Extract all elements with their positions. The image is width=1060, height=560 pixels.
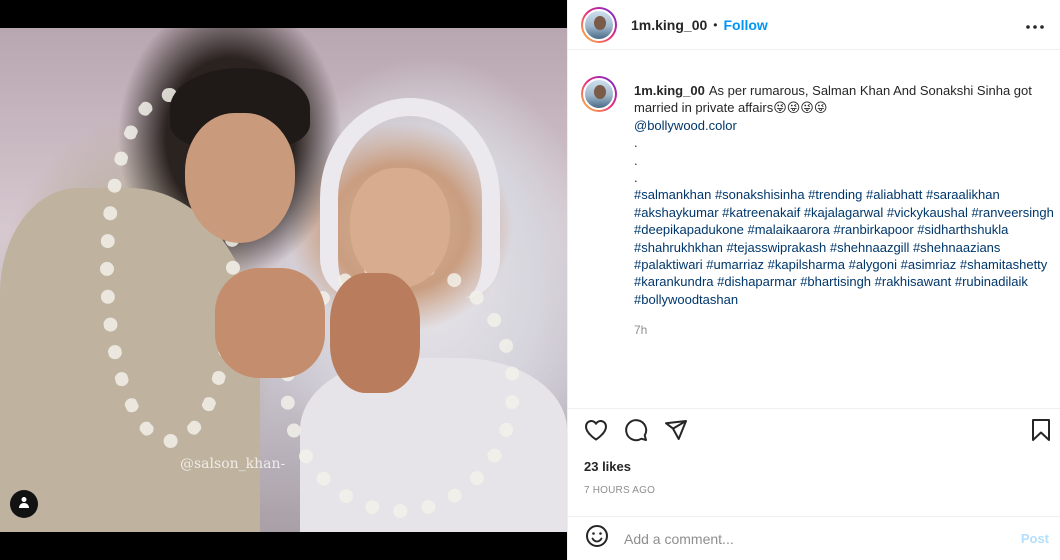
post-sidebar: 1m.king_00 • Follow 1m.king_00 As per rum…: [567, 0, 1060, 560]
avatar[interactable]: [581, 6, 617, 43]
header-username[interactable]: 1m.king_00: [631, 17, 707, 33]
likes-count[interactable]: 23 likes: [584, 459, 631, 474]
caption-dot: .: [634, 170, 638, 186]
caption-mention[interactable]: @bollywood.color: [634, 118, 737, 133]
caption-dot: .: [634, 152, 638, 168]
caption-username[interactable]: 1m.king_00: [634, 83, 705, 98]
smiley-icon: [585, 524, 609, 553]
post-header: 1m.king_00 • Follow: [568, 0, 1060, 50]
caption-dot: .: [634, 135, 638, 151]
caption-hashtags[interactable]: #salmankhan #sonakshisinha #trending #al…: [634, 187, 1054, 306]
more-horizontal-icon: [1025, 17, 1045, 35]
emoji-button[interactable]: [584, 524, 610, 553]
comment-button[interactable]: [623, 418, 649, 447]
bookmark-icon: [1031, 418, 1051, 447]
separator-dot: •: [713, 17, 718, 32]
photo-groom-hands: [215, 268, 325, 378]
post-photo[interactable]: @salson_khan-: [0, 28, 567, 532]
post-timestamp: 7 HOURS AGO: [584, 485, 656, 496]
photo-groom-face: [185, 113, 295, 243]
post-caption: 1m.king_00 As per rumarous, Salman Khan A…: [568, 76, 1060, 406]
comment-bar: Post: [568, 516, 1060, 560]
more-options-button[interactable]: [1023, 14, 1047, 38]
action-bar: [568, 408, 1060, 453]
tagged-users-button[interactable]: [10, 490, 38, 518]
photo-bride-face: [350, 168, 450, 288]
caption-avatar[interactable]: [581, 76, 617, 112]
comment-input[interactable]: [624, 530, 1004, 547]
share-button[interactable]: [663, 419, 689, 445]
like-button[interactable]: [583, 419, 609, 445]
post-comment-button[interactable]: Post: [1021, 531, 1049, 546]
caption-text-block: 1m.king_00 As per rumarous, Salman Khan A…: [634, 82, 1054, 340]
photo-watermark: @salson_khan-: [180, 456, 286, 472]
caption-timestamp: 7h: [634, 323, 648, 338]
user-icon: [18, 495, 30, 513]
save-button[interactable]: [1028, 418, 1054, 447]
photo-bride-hands: [330, 273, 420, 393]
comment-icon: [624, 418, 648, 447]
follow-button[interactable]: Follow: [723, 17, 767, 33]
post-media: @salson_khan-: [0, 0, 567, 560]
heart-icon: [584, 419, 608, 446]
share-icon: [664, 418, 688, 447]
